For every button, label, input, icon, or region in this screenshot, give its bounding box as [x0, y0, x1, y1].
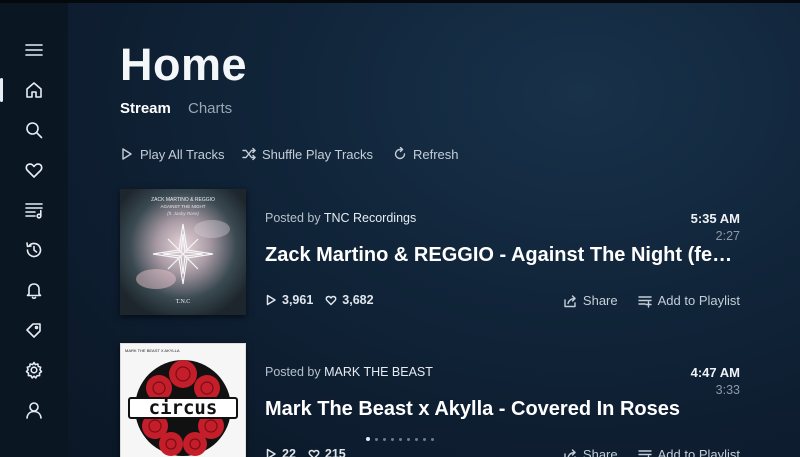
page-dot[interactable]	[366, 437, 370, 441]
sidebar-item-notifications[interactable]	[14, 274, 54, 306]
add-to-playlist-icon	[637, 295, 652, 308]
add-to-playlist-label: Add to Playlist	[657, 447, 740, 457]
page-dot[interactable]	[407, 437, 410, 441]
track-actions: Share Add to Playlist	[543, 447, 740, 457]
share-button[interactable]: Share	[563, 293, 618, 308]
post-time: 4:47 AM	[690, 365, 740, 380]
play-all-label: Play All Tracks	[140, 146, 225, 162]
active-indicator	[0, 78, 3, 102]
play-count-value: 22	[282, 447, 296, 457]
play-count-icon	[266, 294, 276, 306]
track-stats: 22 215	[265, 447, 358, 457]
track-title[interactable]: Zack Martino & REGGIO - Against The Nigh…	[265, 244, 740, 267]
add-to-playlist-button[interactable]: Add to Playlist	[637, 447, 740, 457]
svg-text:MARK THE BEAST X AKYLLA: MARK THE BEAST X AKYLLA	[125, 348, 180, 353]
like-count[interactable]: 215	[308, 447, 346, 457]
share-label: Share	[582, 447, 618, 457]
svg-text:(ft. Jaaby Rose): (ft. Jaaby Rose)	[167, 211, 199, 216]
shuffle-icon	[242, 147, 256, 161]
sidebar-item-tags[interactable]	[14, 314, 54, 346]
svg-text:circus: circus	[149, 397, 218, 419]
heart-icon	[325, 295, 337, 306]
menu-button[interactable]	[14, 34, 54, 66]
refresh-label: Refresh	[413, 146, 459, 162]
menu-icon	[25, 44, 43, 56]
share-icon	[564, 448, 576, 457]
page-dot[interactable]	[399, 437, 402, 441]
search-icon	[26, 122, 43, 139]
share-label: Share	[582, 293, 618, 308]
track-artwork[interactable]: MARK THE BEAST X AKYLLA circus	[120, 343, 246, 457]
playlist-icon	[25, 203, 43, 219]
posted-prefix: Posted by	[265, 365, 321, 379]
sidebar	[0, 3, 68, 457]
like-count-value: 3,682	[342, 293, 374, 307]
page-dot[interactable]	[415, 437, 418, 441]
heart-icon	[308, 449, 320, 457]
posted-by: Posted by TNC Recordings	[265, 211, 416, 225]
artwork-graphic: MARK THE BEAST X AKYLLA circus	[121, 344, 245, 457]
track-stats: 3,961 3,682	[265, 293, 386, 307]
track-artwork[interactable]: ZACK MARTINO & REGGIO AGAINST THE NIGHT …	[120, 189, 246, 315]
posted-prefix: Posted by	[265, 211, 321, 225]
play-count: 3,961	[265, 293, 313, 307]
poster-name[interactable]: TNC Recordings	[324, 211, 416, 225]
page-dot[interactable]	[391, 437, 394, 441]
track-duration: 2:27	[715, 229, 740, 243]
add-to-playlist-button[interactable]: Add to Playlist	[637, 293, 740, 308]
tab-charts[interactable]: Charts	[188, 100, 232, 117]
main-content: Home Stream Charts Play All Tracks Shuff…	[68, 3, 800, 457]
sidebar-item-playlists[interactable]	[14, 194, 54, 226]
home-icon	[26, 82, 42, 98]
artwork-graphic: ZACK MARTINO & REGGIO AGAINST THE NIGHT …	[120, 189, 246, 315]
share-icon	[564, 294, 576, 307]
sidebar-item-settings[interactable]	[14, 354, 54, 386]
svg-text:T.N.C: T.N.C	[176, 299, 191, 305]
svg-text:ZACK MARTINO & REGGIO: ZACK MARTINO & REGGIO	[151, 197, 215, 203]
refresh-icon	[394, 147, 406, 160]
like-count[interactable]: 3,682	[325, 293, 374, 307]
heart-icon	[25, 163, 43, 178]
tab-stream[interactable]: Stream	[120, 100, 171, 117]
add-to-playlist-icon	[637, 449, 652, 457]
gear-icon	[25, 361, 43, 379]
page-title: Home	[120, 39, 248, 90]
history-icon	[26, 242, 42, 258]
page-dot[interactable]	[375, 437, 378, 441]
sidebar-item-likes[interactable]	[14, 154, 54, 186]
poster-name[interactable]: MARK THE BEAST	[324, 365, 433, 379]
play-count-icon	[266, 448, 276, 457]
post-time: 5:35 AM	[690, 211, 740, 226]
page-dot[interactable]	[383, 437, 386, 441]
add-to-playlist-label: Add to Playlist	[657, 293, 740, 308]
play-all-button[interactable]: Play All Tracks	[120, 145, 225, 163]
bell-icon	[26, 283, 42, 300]
shuffle-label: Shuffle Play Tracks	[262, 146, 374, 162]
user-icon	[26, 402, 42, 419]
page-dot[interactable]	[423, 437, 426, 441]
posted-by: Posted by MARK THE BEAST	[265, 365, 433, 379]
play-count-value: 3,961	[282, 293, 314, 307]
tag-icon	[26, 323, 41, 338]
like-count-value: 215	[324, 447, 346, 457]
sidebar-item-home[interactable]	[14, 74, 54, 106]
track-actions: Share Add to Playlist	[543, 293, 740, 308]
share-button[interactable]: Share	[563, 447, 618, 457]
sidebar-item-profile[interactable]	[14, 394, 54, 426]
sidebar-item-history[interactable]	[14, 234, 54, 266]
play-count: 22	[265, 447, 296, 457]
play-icon	[122, 148, 132, 160]
svg-text:AGAINST THE NIGHT: AGAINST THE NIGHT	[160, 204, 205, 209]
track-title[interactable]: Mark The Beast x Akylla - Covered In Ros…	[265, 398, 740, 421]
refresh-button[interactable]: Refresh	[393, 145, 459, 163]
shuffle-button[interactable]: Shuffle Play Tracks	[242, 145, 373, 163]
page-indicator[interactable]	[366, 437, 439, 441]
track-duration: 3:33	[715, 383, 740, 397]
sidebar-item-search[interactable]	[14, 114, 54, 146]
track-item[interactable]: ZACK MARTINO & REGGIO AGAINST THE NIGHT …	[120, 189, 740, 319]
page-dot[interactable]	[431, 437, 434, 441]
